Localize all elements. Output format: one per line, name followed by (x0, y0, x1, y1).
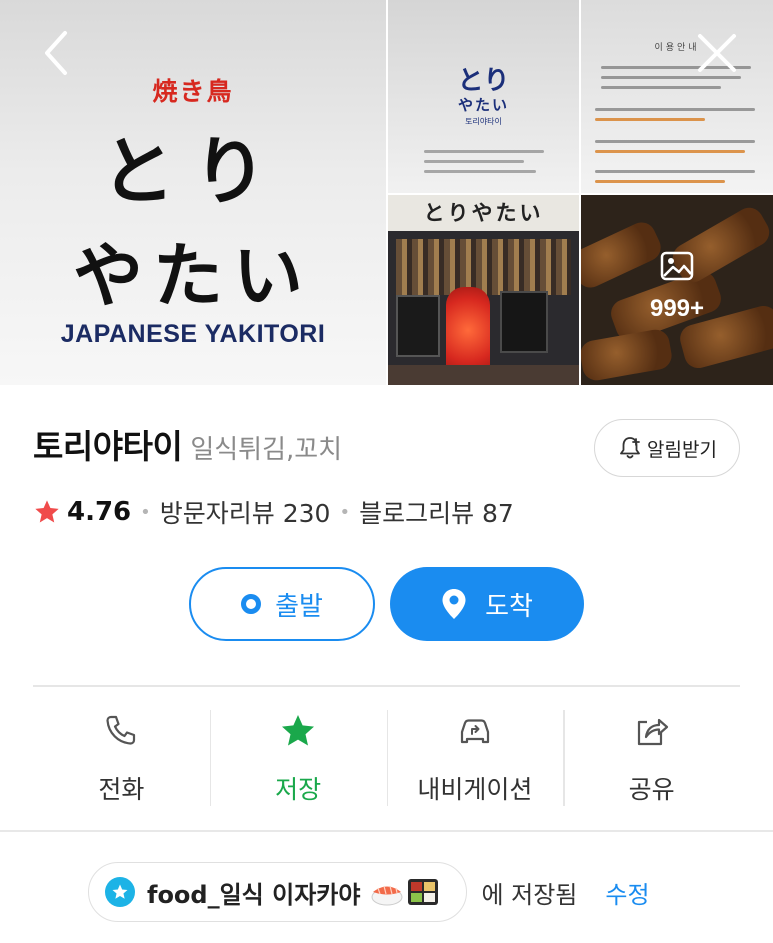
route-arrive-label: 도착 (485, 591, 533, 622)
photo-more-count: 999+ (649, 295, 705, 322)
saved-folder-row: food_일식 이자카야 에 저장됨 수정 (88, 862, 650, 922)
notice-photo-tile[interactable]: 이용안내 (581, 0, 773, 193)
bell-plus-icon (620, 437, 640, 459)
photo-logo-english: JAPANESE YAKITORI (60, 320, 326, 348)
saved-folder-chip[interactable]: food_일식 이자카야 (88, 862, 468, 922)
section-divider (0, 830, 773, 832)
menu-logo-korean: 토리야타이 (465, 117, 502, 126)
rating-star-icon (35, 500, 59, 523)
save-label: 저장 (275, 775, 322, 804)
close-button[interactable] (692, 28, 742, 78)
storefront-chalkboard (396, 295, 440, 357)
menu-logo-line1: とり (457, 66, 510, 96)
notice-text-line (595, 108, 755, 111)
navigation-button[interactable]: 내비게이션 (386, 708, 564, 806)
navigation-label: 내비게이션 (417, 775, 533, 804)
navigation-car-icon (460, 719, 489, 744)
close-icon (698, 34, 736, 72)
share-label: 공유 (628, 775, 675, 804)
rating-row: 4.76 • 방문자리뷰 230 • 블로그리뷰 87 (33, 492, 514, 532)
menu-text-line (424, 170, 536, 173)
menu-text-line (424, 160, 524, 163)
saved-folder-name: food_일식 이자카야 (147, 880, 361, 909)
share-button[interactable]: 공유 (563, 708, 740, 806)
storefront-photo-tile[interactable]: とりやたい (388, 195, 579, 385)
rating-score: 4.76 (67, 497, 132, 527)
star-icon (282, 715, 315, 746)
save-button[interactable]: 저장 (209, 708, 387, 806)
route-start-label: 출발 (275, 591, 323, 622)
notice-text-line-highlight (595, 180, 725, 183)
storefront-chalkboard (500, 291, 548, 353)
start-point-icon (241, 594, 262, 614)
blog-reviews-link[interactable]: 블로그리뷰 87 (359, 494, 514, 530)
visitor-reviews-link[interactable]: 방문자리뷰 230 (160, 494, 331, 530)
separator-dot: • (339, 501, 351, 523)
saved-suffix: 에 저장됨 (481, 880, 578, 909)
place-category: 일식튀김,꼬치 (190, 435, 343, 465)
folder-star-icon (105, 877, 135, 907)
edit-saved-button[interactable]: 수정 (605, 875, 649, 910)
notice-text-line (601, 86, 721, 89)
storefront-floor (388, 365, 579, 385)
section-divider (33, 685, 740, 687)
separator-dot: • (140, 501, 151, 523)
photo-logo-line2: やたい (73, 234, 313, 317)
storefront-shelf (396, 239, 571, 295)
place-name: 토리야타이 (33, 427, 183, 466)
back-button[interactable] (32, 28, 82, 78)
gallery-overlay (581, 195, 773, 385)
share-icon (637, 718, 668, 746)
call-button[interactable]: 전화 (33, 708, 210, 806)
notice-text-line-highlight (595, 150, 745, 153)
menu-text-line (424, 150, 544, 153)
action-bar: 전화 저장 내비게이션 공유 (33, 708, 740, 806)
notice-text-line (595, 140, 755, 143)
notice-title: 이용안내 (654, 43, 700, 53)
photo-gallery[interactable]: 焼き鳥 とり やたい JAPANESE YAKITORI とり やたい 토리야타… (0, 0, 773, 385)
notify-button[interactable]: 알림받기 (594, 419, 740, 477)
gallery-icon (660, 251, 694, 281)
sushi-bento-icon (370, 875, 440, 909)
notice-text-line-highlight (595, 118, 705, 121)
call-label: 전화 (98, 775, 145, 804)
chevron-left-icon (45, 31, 67, 75)
notify-button-label: 알림받기 (647, 438, 717, 461)
notice-text-line (595, 170, 755, 173)
menu-photo-tile[interactable]: とり やたい 토리야타이 (388, 0, 579, 193)
route-arrive-button[interactable]: 도착 (390, 567, 584, 641)
place-title-row: 토리야타이 일식튀김,꼬치 (33, 420, 342, 470)
phone-icon (106, 715, 136, 745)
storefront-sign: とりやたい (388, 195, 579, 231)
menu-logo-line2: やたい (457, 96, 509, 114)
food-photo-tile-more[interactable]: 999+ (581, 195, 773, 385)
route-start-button[interactable]: 출발 (189, 567, 375, 641)
location-pin-icon (442, 589, 466, 619)
photo-logo-line1: とり (101, 129, 285, 215)
